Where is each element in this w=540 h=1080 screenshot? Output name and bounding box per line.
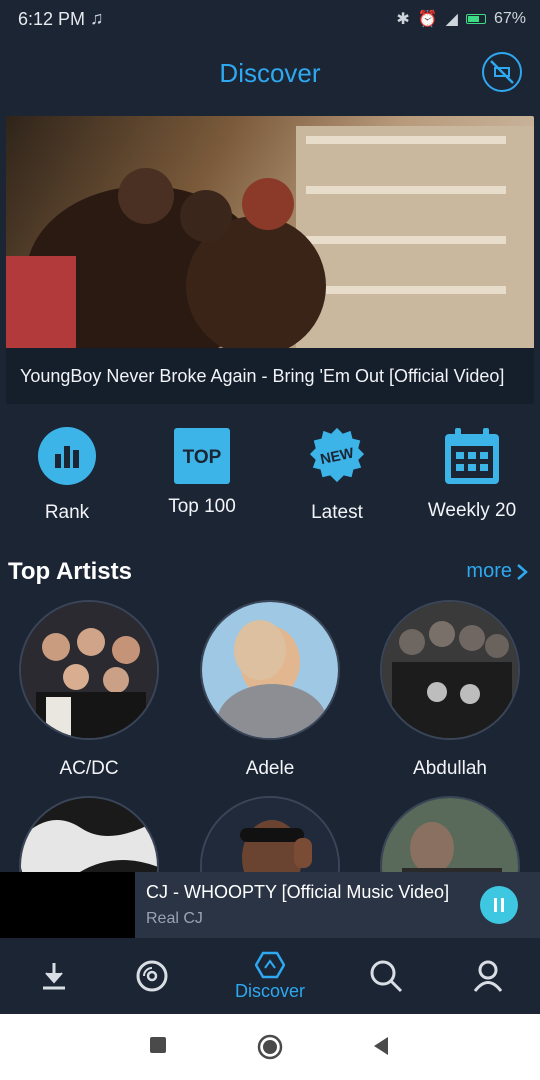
now-playing-artist: Real CJ xyxy=(146,910,203,927)
tab-downloads[interactable] xyxy=(0,938,108,1014)
battery-percent: 67% xyxy=(493,10,526,27)
artist-card[interactable]: Adele xyxy=(199,600,341,780)
status-icons: ✱ ⏰ ◢ 67% xyxy=(396,9,526,29)
top100-button[interactable]: TOP Top 100 xyxy=(137,426,267,518)
featured-video-thumbnail xyxy=(6,116,534,348)
calendar-icon xyxy=(442,426,502,486)
bar-chart-icon xyxy=(37,426,97,486)
top-badge-icon: TOP xyxy=(172,426,232,486)
artist-avatar xyxy=(19,796,159,872)
disc-icon xyxy=(136,960,168,992)
top-badge-text: TOP xyxy=(183,447,222,468)
download-icon xyxy=(43,963,65,990)
page-title: Discover xyxy=(219,57,321,88)
bottom-tab-bar: Discover xyxy=(0,938,540,1014)
more-link[interactable]: more xyxy=(466,560,528,583)
status-bar: 6:12 PM ♫ ✱ ⏰ ◢ 67% xyxy=(0,0,540,38)
pause-button[interactable] xyxy=(480,886,518,924)
tab-library[interactable] xyxy=(98,938,206,1014)
bluetooth-icon: ✱ xyxy=(396,11,410,28)
weekly20-label: Weekly 20 xyxy=(427,500,517,521)
home-button[interactable] xyxy=(257,1034,283,1065)
now-playing-thumbnail xyxy=(0,872,135,938)
artist-avatar xyxy=(200,600,340,740)
artist-avatar xyxy=(19,600,159,740)
no-ads-icon xyxy=(490,60,514,84)
rank-button[interactable]: Rank xyxy=(2,426,132,524)
weekly20-button[interactable]: Weekly 20 xyxy=(407,426,537,522)
back-button[interactable] xyxy=(372,1036,390,1061)
system-nav-bar xyxy=(0,1014,540,1080)
profile-icon xyxy=(473,960,503,992)
square-icon xyxy=(150,1037,166,1053)
music-note-icon: ♫ xyxy=(90,8,104,28)
artist-card[interactable]: Abdullah xyxy=(379,600,521,780)
back-triangle-icon xyxy=(374,1037,388,1055)
artist-card[interactable] xyxy=(379,796,521,872)
tab-profile[interactable] xyxy=(434,938,540,1014)
artist-name: AC/DC xyxy=(59,758,119,779)
battery-icon xyxy=(465,14,486,24)
now-playing-title: CJ - WHOOPTY [Official Music Video] xyxy=(146,882,450,902)
artist-avatar xyxy=(380,796,520,872)
rank-label: Rank xyxy=(44,502,90,523)
featured-video-card[interactable]: YoungBoy Never Broke Again - Bring 'Em O… xyxy=(6,116,534,404)
quick-nav: Rank TOP Top 100 NEW Latest Weekly 20 xyxy=(0,426,540,536)
tab-discover-label: Discover xyxy=(234,980,305,1001)
chevron-right-icon xyxy=(517,563,528,580)
artist-name: Abdullah xyxy=(413,758,487,779)
artist-card[interactable] xyxy=(199,796,341,872)
artist-card[interactable] xyxy=(18,796,160,872)
no-ads-button[interactable] xyxy=(482,52,522,92)
search-icon xyxy=(370,960,403,993)
signal-icon: ◢ xyxy=(445,11,458,28)
artist-card[interactable]: AC/DC xyxy=(18,600,160,780)
latest-label: Latest xyxy=(311,502,363,523)
new-badge-icon: NEW xyxy=(307,426,367,486)
featured-video-title: YoungBoy Never Broke Again - Bring 'Em O… xyxy=(20,366,505,386)
latest-button[interactable]: NEW Latest xyxy=(272,426,402,524)
artists-grid: AC/DC Adele Abdullah xyxy=(0,600,540,872)
status-time: 6:12 PM xyxy=(18,9,86,29)
recents-button[interactable] xyxy=(149,1036,167,1059)
pause-icon xyxy=(494,898,504,912)
top-artists-header: Top Artists more xyxy=(0,556,540,590)
section-title: Top Artists xyxy=(8,558,132,585)
app-header: Discover xyxy=(0,38,540,108)
tab-search[interactable] xyxy=(332,938,440,1014)
alarm-icon: ⏰ xyxy=(417,11,438,28)
circle-icon xyxy=(257,1034,283,1060)
artist-name: Adele xyxy=(245,758,295,779)
tab-discover[interactable]: Discover xyxy=(216,938,324,1014)
top100-label: Top 100 xyxy=(168,496,236,517)
more-label: more xyxy=(466,560,512,582)
mini-player[interactable]: CJ - WHOOPTY [Official Music Video] Real… xyxy=(0,872,540,938)
discover-icon xyxy=(255,951,285,978)
artist-avatar xyxy=(380,600,520,740)
artist-avatar xyxy=(200,796,340,872)
